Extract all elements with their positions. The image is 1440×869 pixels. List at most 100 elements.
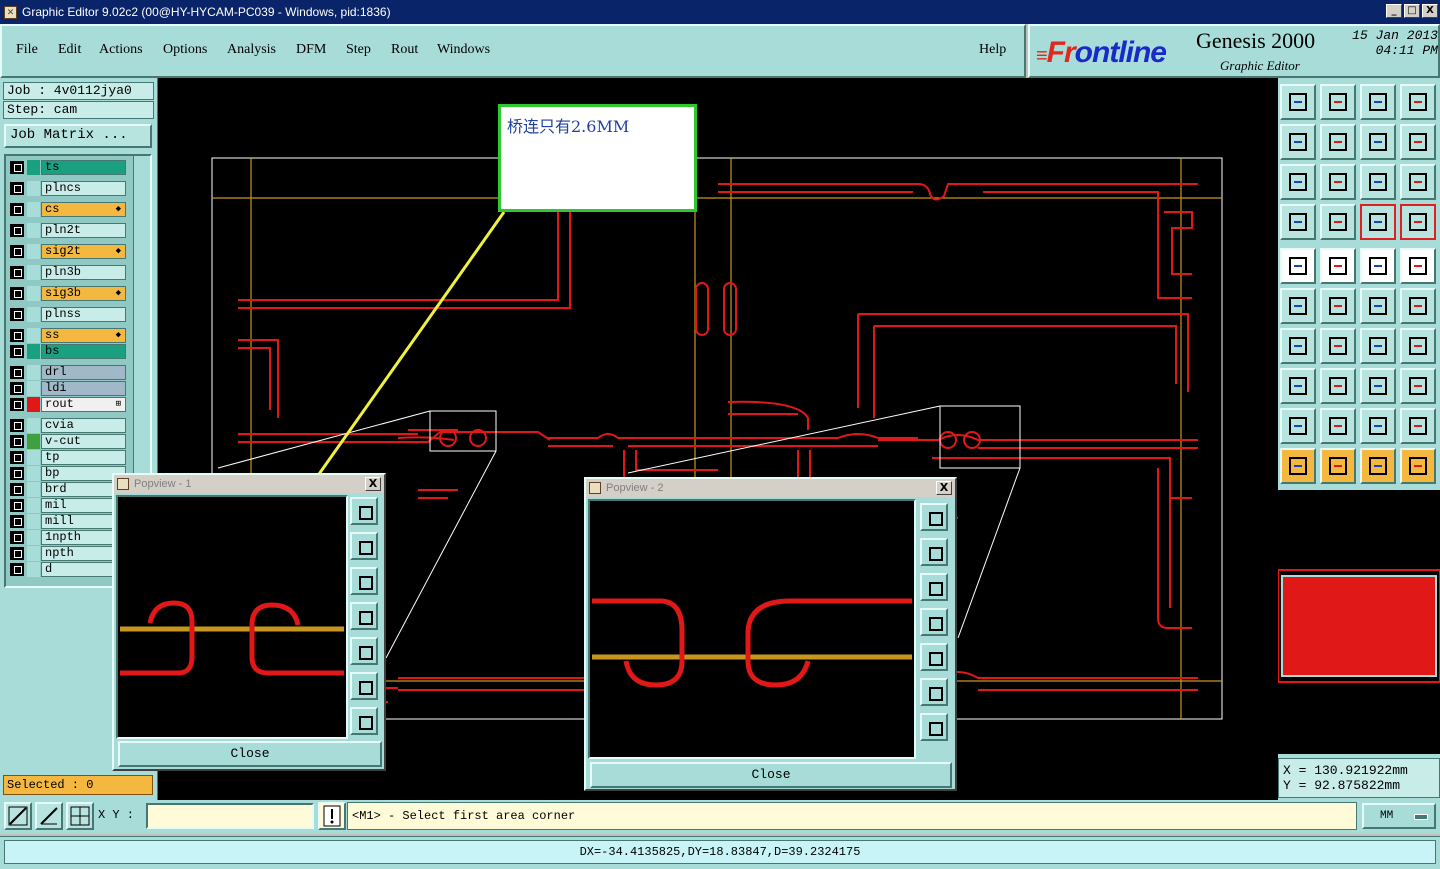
layer-color-swatch[interactable]	[27, 328, 40, 343]
layer-checkbox[interactable]	[10, 547, 24, 560]
layer-color-swatch[interactable]	[27, 160, 40, 175]
layer-color-swatch[interactable]	[27, 482, 40, 497]
layer-row-sig3b[interactable]: sig3b ◆	[8, 286, 132, 301]
menu-step[interactable]: Step	[346, 42, 371, 58]
layer-checkbox[interactable]	[10, 266, 24, 279]
select-node-icon[interactable]	[1400, 448, 1436, 484]
layer-row-ldi[interactable]: ldi	[8, 381, 132, 396]
layer-row-v-cut[interactable]: v-cut	[8, 434, 132, 449]
layer-color-swatch[interactable]	[27, 450, 40, 465]
layer-checkbox[interactable]	[10, 345, 24, 358]
layer-color-swatch[interactable]	[27, 365, 40, 380]
layer-color-swatch[interactable]	[27, 381, 40, 396]
layer-color-swatch[interactable]	[27, 562, 40, 577]
cross-icon[interactable]	[1320, 288, 1356, 324]
popview-2-close-button[interactable]: Close	[590, 762, 952, 788]
popview-zoom-in-button[interactable]	[920, 678, 948, 706]
layer-row-cs[interactable]: cs ◆	[8, 202, 132, 217]
triangle-icon[interactable]	[1280, 408, 1316, 444]
popview-1-close-button[interactable]: Close	[118, 741, 382, 767]
zoom-fit-icon[interactable]	[1320, 84, 1356, 120]
layer-color-swatch[interactable]	[27, 434, 40, 449]
triangle-4-icon[interactable]	[1400, 408, 1436, 444]
layer-name[interactable]: bs	[41, 344, 126, 359]
layer-row-bs[interactable]: bs	[8, 344, 132, 359]
layer-name[interactable]: pln3b	[41, 265, 126, 280]
popview-zoom-in-button[interactable]	[350, 672, 378, 700]
menu-windows[interactable]: Windows	[437, 42, 490, 58]
undo-icon[interactable]	[1400, 124, 1436, 160]
popview-2-close-x[interactable]: X	[936, 481, 952, 495]
select-box-icon[interactable]	[1320, 448, 1356, 484]
layer-diff-icon[interactable]	[1400, 204, 1436, 240]
alert-icon[interactable]	[318, 802, 346, 830]
layer-checkbox[interactable]	[10, 161, 24, 174]
select-circle-icon[interactable]	[1360, 448, 1396, 484]
layer-color-swatch[interactable]	[27, 514, 40, 529]
slash-icon[interactable]	[1320, 328, 1356, 364]
layer-checkbox[interactable]	[10, 531, 24, 544]
layer-name[interactable]: v-cut	[41, 434, 126, 449]
layer-checkbox[interactable]	[10, 467, 24, 480]
measure-box-icon[interactable]	[1360, 368, 1396, 404]
pad-icon[interactable]	[1280, 248, 1316, 284]
layer-color-swatch[interactable]	[27, 418, 40, 433]
select-fill-icon[interactable]	[1320, 248, 1356, 284]
layer-color-swatch[interactable]	[27, 466, 40, 481]
line-node-2-icon[interactable]	[1400, 288, 1436, 324]
layer-row-pln3b[interactable]: pln3b	[8, 265, 132, 280]
help-icon[interactable]	[1400, 164, 1436, 200]
layer-name[interactable]: sig3b ◆	[41, 286, 126, 301]
menu-rout[interactable]: Rout	[391, 42, 418, 58]
popview-pan-up-button[interactable]	[350, 532, 378, 560]
mirror-icon[interactable]	[1400, 328, 1436, 364]
layer-checkbox[interactable]	[10, 499, 24, 512]
layer-color-swatch[interactable]	[27, 530, 40, 545]
popview-pan-down-button[interactable]	[920, 573, 948, 601]
popview-1-titlebar[interactable]: Popview - 1	[114, 475, 384, 493]
popview-pan-down-button[interactable]	[350, 567, 378, 595]
layer-row-plncs[interactable]: plncs	[8, 181, 132, 196]
menu-analysis[interactable]: Analysis	[227, 42, 276, 58]
layer-checkbox[interactable]	[10, 398, 24, 411]
layer-compare-icon[interactable]	[1360, 204, 1396, 240]
layer-checkbox[interactable]	[10, 483, 24, 496]
swap-icon[interactable]	[1360, 124, 1396, 160]
popview-pan-right-button[interactable]	[920, 643, 948, 671]
measure-tool-icon[interactable]	[1280, 204, 1316, 240]
layer-color-swatch[interactable]	[27, 397, 40, 412]
layer-name[interactable]: rout ⊞	[41, 397, 126, 412]
layer-checkbox[interactable]	[10, 287, 24, 300]
layer-name[interactable]: ldi	[41, 381, 126, 396]
layer-checkbox[interactable]	[10, 224, 24, 237]
pan-right-icon[interactable]	[1320, 124, 1356, 160]
layer-checkbox[interactable]	[10, 329, 24, 342]
layer-row-plnss[interactable]: plnss	[8, 307, 132, 322]
line-split-icon[interactable]	[1320, 368, 1356, 404]
layer-color-swatch[interactable]	[27, 181, 40, 196]
layer-name[interactable]: sig2t ◆	[41, 244, 126, 259]
layer-row-cvia[interactable]: cvia	[8, 418, 132, 433]
circle-icon[interactable]	[1400, 248, 1436, 284]
snap-mode-icon[interactable]	[4, 802, 32, 830]
angle-icon[interactable]	[1280, 328, 1316, 364]
popview-2-view[interactable]	[588, 499, 916, 759]
layer-name[interactable]: ss ◆	[41, 328, 126, 343]
units-selector[interactable]: MM	[1362, 803, 1436, 829]
layer-color-swatch[interactable]	[27, 498, 40, 513]
layer-color-swatch[interactable]	[27, 244, 40, 259]
layer-color-swatch[interactable]	[27, 286, 40, 301]
triangle-3-icon[interactable]	[1360, 408, 1396, 444]
layer-color-swatch[interactable]	[27, 265, 40, 280]
popview-zoom-window-button[interactable]	[920, 503, 948, 531]
zoom-out-icon[interactable]	[1320, 164, 1356, 200]
popview-2-titlebar[interactable]: Popview - 2	[586, 479, 955, 497]
popview-1-close-x[interactable]: X	[365, 477, 381, 491]
home-icon[interactable]	[1360, 84, 1396, 120]
layer-row-tp[interactable]: tp	[8, 450, 132, 465]
layer-name[interactable]: drl	[41, 365, 126, 380]
popview-pan-right-button[interactable]	[350, 637, 378, 665]
select-pointer-icon[interactable]	[1280, 448, 1316, 484]
layer-row-sig2t[interactable]: sig2t ◆	[8, 244, 132, 259]
popview-1-view[interactable]	[116, 495, 348, 739]
